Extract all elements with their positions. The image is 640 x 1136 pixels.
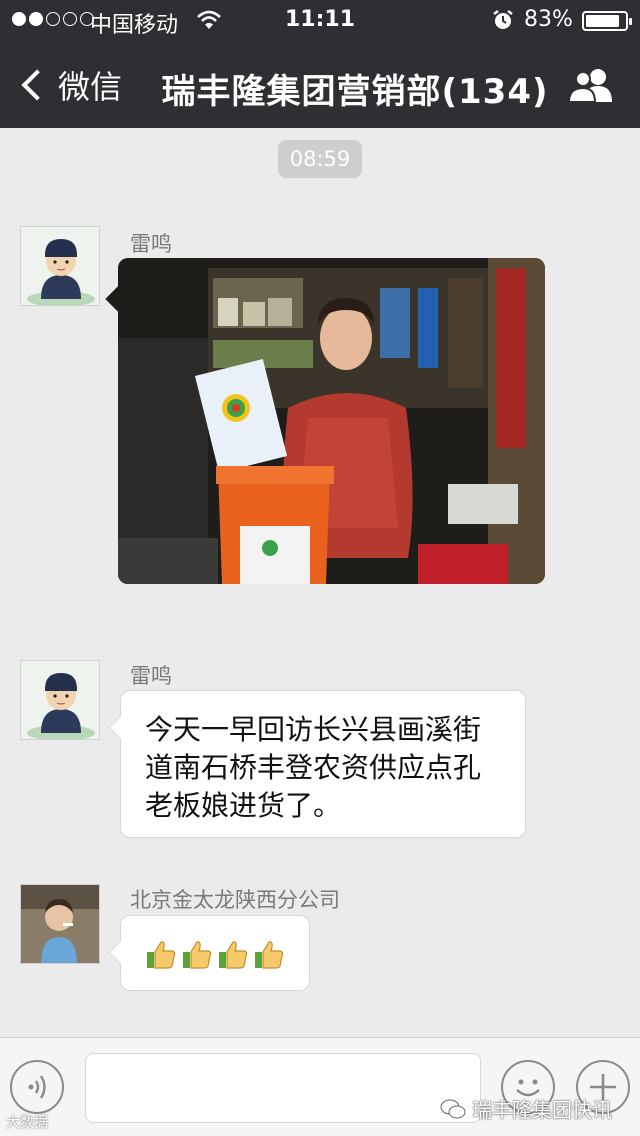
watermark-left: 大数据 [6,1115,48,1131]
thumbs-up-icon [255,941,284,969]
emoji-message[interactable] [120,915,310,991]
battery-icon [582,11,632,31]
thumbs-up-icon [147,941,176,969]
voice-icon [28,1075,46,1099]
avatar[interactable] [20,226,100,306]
shop-photo [118,258,545,584]
message-input[interactable] [85,1053,481,1123]
chat-title: 瑞丰隆集团营销部(134) [161,72,549,112]
group-members-icon[interactable] [566,66,616,104]
status-bar: 中国移动 11:11 83% [0,0,640,40]
top-bar: 中国移动 11:11 83% 微信 瑞丰隆集团营销部(134) [0,0,640,128]
wechat-logo-icon [440,1099,466,1118]
sender-name: 北京金太龙陕西分公司 [130,888,340,912]
thumbs-up-icon [183,941,212,969]
child-photo-avatar-icon [21,885,99,963]
watermark: 瑞丰隆集团快讯 [440,1094,612,1123]
cartoon-avatar-icon [27,239,95,305]
sender-name: 雷鸣 [130,232,172,256]
cartoon-avatar-icon [27,673,95,739]
alarm-clock-icon [493,10,513,29]
battery-percent: 83% [524,7,573,32]
thumbs-up-icon [219,941,248,969]
watermark-text: 瑞丰隆集团快讯 [472,1098,612,1122]
voice-input-button[interactable] [10,1060,64,1114]
image-message[interactable] [118,258,545,584]
message-timestamp: 08:59 [278,140,362,178]
text-message[interactable]: 今天一早回访长兴县画溪街道南石桥丰登农资供应点孔老板娘进货了。 [120,690,526,838]
avatar[interactable] [20,660,100,740]
avatar[interactable] [20,884,100,964]
message-text: 今天一早回访长兴县画溪街道南石桥丰登农资供应点孔老板娘进货了。 [145,713,482,822]
sender-name: 雷鸣 [130,664,172,688]
